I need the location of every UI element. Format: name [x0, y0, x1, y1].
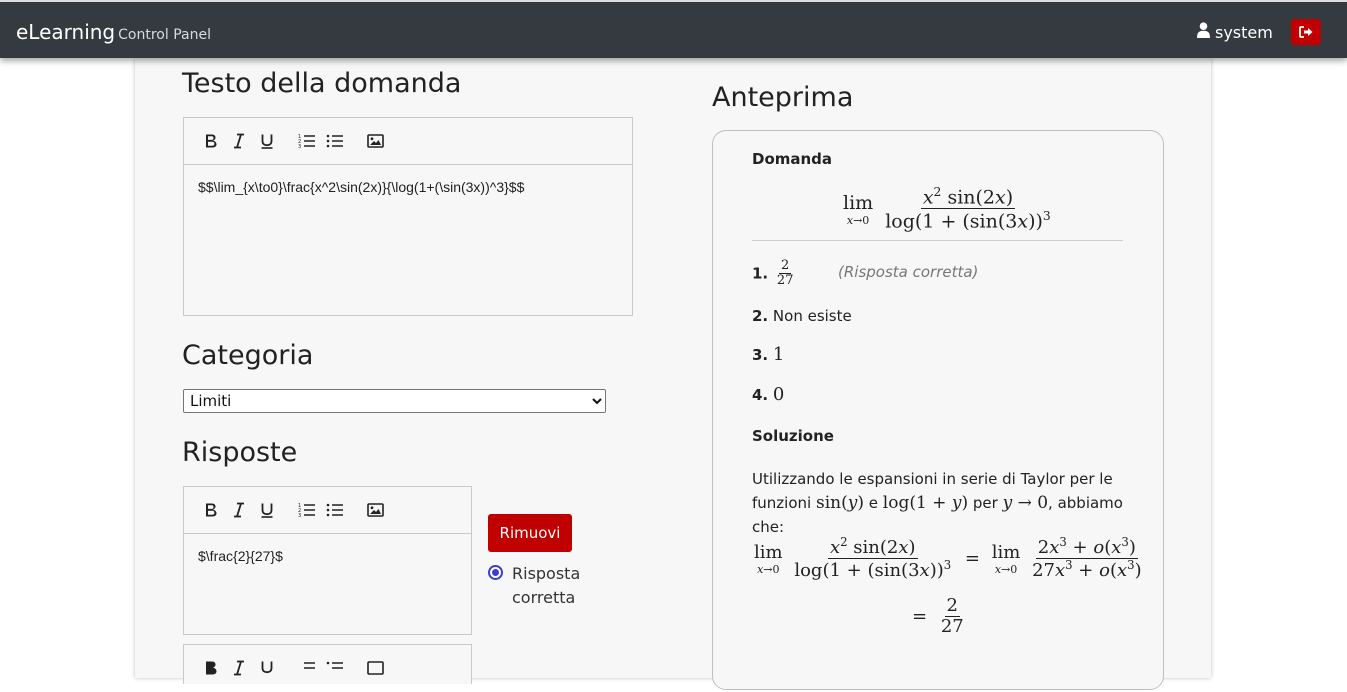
- brand-subtitle: Control Panel: [118, 27, 211, 43]
- preview-divider: [752, 240, 1123, 241]
- ordered-list-icon[interactable]: 123: [296, 130, 318, 152]
- italic-icon[interactable]: [228, 499, 250, 521]
- brand-title: eLearning: [16, 20, 116, 44]
- solution-formula-line-2: = 2 27: [912, 595, 964, 637]
- image-icon[interactable]: [364, 130, 386, 152]
- answer-editor-2: [183, 644, 472, 684]
- answer-editor: 123 $\frac{2}{27}$: [183, 486, 472, 635]
- logout-button[interactable]: [1291, 19, 1321, 45]
- preview-title: Anteprima: [712, 82, 854, 113]
- correct-answer-note: (Risposta corretta): [838, 263, 979, 281]
- preview-option-4: 4. 0: [752, 384, 785, 405]
- editor-toolbar: 123: [184, 118, 632, 165]
- unordered-list-icon[interactable]: [324, 657, 346, 679]
- italic-icon[interactable]: [228, 130, 250, 152]
- navbar: eLearning Control Panel system: [0, 0, 1347, 58]
- answer-editor-content[interactable]: $\frac{2}{27}$: [184, 534, 471, 578]
- solution-text: Utilizzando le espansioni in serie di Ta…: [752, 470, 1123, 536]
- preview-option-2: 2. Non esiste: [752, 307, 852, 325]
- solution-formula-line-1: lim x→0 x2 sin(2x) log(1 + (sin(3x))3 = li…: [754, 535, 1142, 581]
- correct-answer-label: Risposta corretta: [512, 564, 581, 607]
- question-formula: lim x→0 x2 sin(2x) log(1 + (sin(3x))3: [843, 185, 1051, 233]
- user-icon: [1197, 22, 1210, 42]
- bold-icon[interactable]: [200, 657, 222, 679]
- answers-title: Risposte: [182, 437, 298, 468]
- underline-icon[interactable]: [256, 657, 278, 679]
- ordered-list-icon[interactable]: [296, 657, 318, 679]
- preview-option-1: 1. 2 27: [752, 258, 794, 289]
- editor-toolbar: [184, 645, 471, 692]
- ordered-list-icon[interactable]: 123: [296, 499, 318, 521]
- question-editor-content[interactable]: $$\lim_{x\to0}\frac{x^2\sin(2x)}{\log(1+…: [184, 165, 632, 209]
- image-icon[interactable]: [364, 499, 386, 521]
- question-editor: 123 $$\lim_{x\to0}\frac{x^2\sin(2x)}{\lo…: [183, 117, 633, 316]
- question-title: Testo della domanda: [182, 68, 462, 99]
- bold-icon[interactable]: [200, 130, 222, 152]
- editor-toolbar: 123: [184, 487, 471, 534]
- italic-icon[interactable]: [228, 657, 250, 679]
- underline-icon[interactable]: [256, 130, 278, 152]
- correct-answer-radio[interactable]: [488, 565, 503, 580]
- category-select[interactable]: Limiti: [183, 389, 606, 413]
- bold-icon[interactable]: [200, 499, 222, 521]
- preview-option-3: 3. 1: [752, 344, 785, 365]
- sign-out-icon: [1299, 23, 1313, 42]
- unordered-list-icon[interactable]: [324, 130, 346, 152]
- category-title: Categoria: [182, 340, 314, 371]
- unordered-list-icon[interactable]: [324, 499, 346, 521]
- preview-question-label: Domanda: [752, 150, 833, 168]
- user-menu[interactable]: system: [1197, 22, 1273, 42]
- image-icon[interactable]: [364, 657, 386, 679]
- solution-label: Soluzione: [752, 427, 834, 445]
- remove-answer-button[interactable]: Rimuovi: [488, 514, 572, 552]
- underline-icon[interactable]: [256, 499, 278, 521]
- svg-text:3: 3: [298, 513, 301, 518]
- svg-text:3: 3: [298, 144, 301, 149]
- user-name: system: [1215, 22, 1273, 42]
- brand[interactable]: eLearning Control Panel: [16, 20, 211, 44]
- radio-selected-dot: [492, 569, 499, 576]
